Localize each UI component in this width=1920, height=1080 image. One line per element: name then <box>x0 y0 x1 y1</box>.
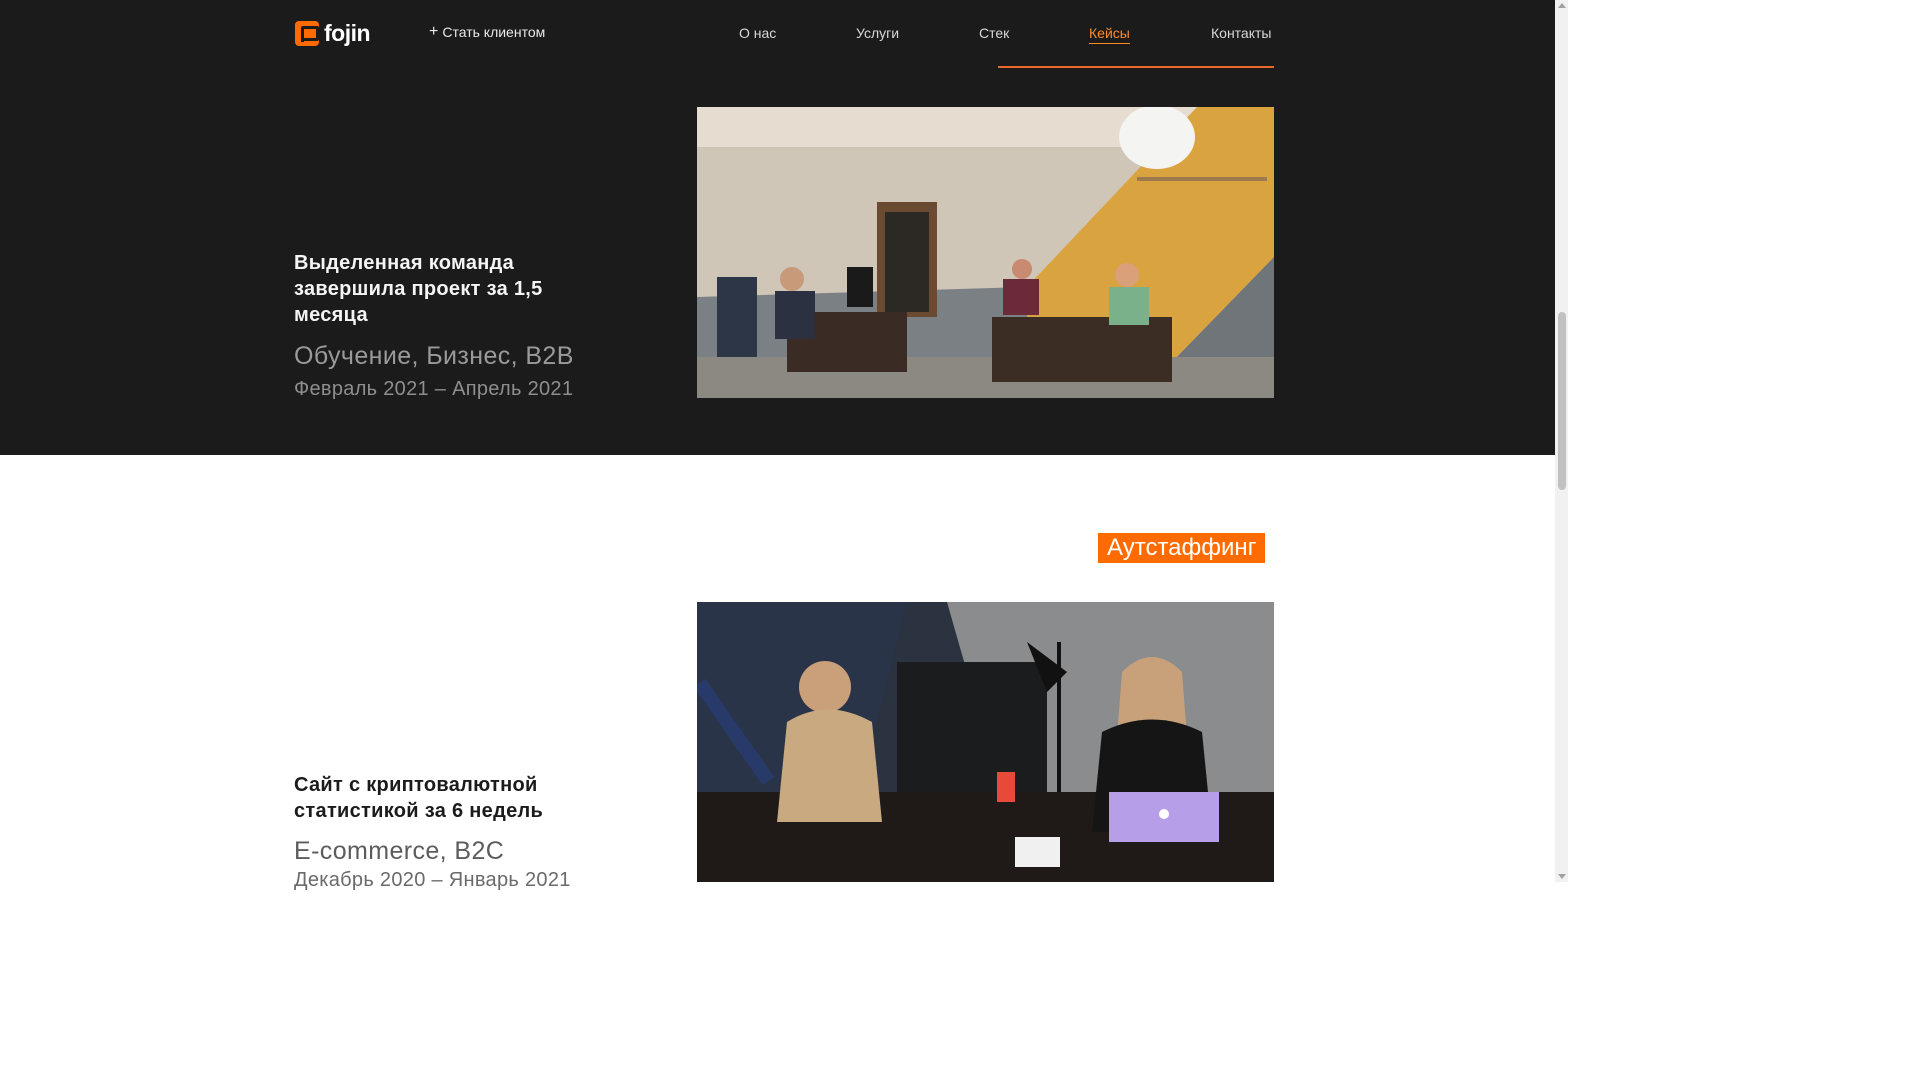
dark-section: fojin + Стать клиентом О нас Услуги Стек… <box>0 0 1555 455</box>
office-photo[interactable] <box>697 107 1274 398</box>
become-client-button[interactable]: + Стать клиентом <box>429 23 546 41</box>
become-client-label: Стать клиентом <box>442 24 546 40</box>
meeting-photo-image <box>697 602 1274 882</box>
office-photo-image <box>697 107 1274 398</box>
scroll-up-icon[interactable] <box>1558 3 1566 8</box>
case-title-line: Выделенная команда <box>294 252 515 274</box>
scroll-down-icon[interactable] <box>1558 874 1566 879</box>
nav-item-services[interactable]: Услуги <box>856 25 899 41</box>
nav-item-contacts[interactable]: Контакты <box>1211 25 1271 41</box>
logo-text: fojin <box>324 20 371 46</box>
case-title-line: статистикой за 6 недель <box>294 800 544 822</box>
logo[interactable]: fojin <box>295 20 371 47</box>
case-tags: E-commerce, B2C <box>294 837 505 865</box>
case-dates: Декабрь 2020 – Январь 2021 <box>294 869 571 891</box>
case-title-line: Сайт с криптовалютной <box>294 774 538 796</box>
logo-icon <box>295 21 319 46</box>
nav-item-about[interactable]: О нас <box>739 25 776 41</box>
nav-item-cases[interactable]: Кейсы <box>1089 25 1130 44</box>
plus-icon: + <box>429 23 439 40</box>
nav-item-stack[interactable]: Стек <box>979 25 1009 41</box>
case-title-line: завершила проект за 1,5 <box>294 278 543 300</box>
meeting-photo[interactable] <box>697 602 1274 882</box>
case-title[interactable]: Сайт с криптовалютной статистикой за 6 н… <box>294 772 543 824</box>
case-tags: Обучение, Бизнес, B2B <box>294 342 574 370</box>
outstaffing-badge: Аутстаффинг <box>1098 533 1266 563</box>
scroll-thumb[interactable] <box>1558 312 1566 490</box>
case-title[interactable]: Выделенная команда завершила проект за 1… <box>294 250 543 328</box>
case-title-line: месяца <box>294 304 368 326</box>
scrollbar[interactable] <box>1555 0 1568 882</box>
case-dates: Февраль 2021 – Апрель 2021 <box>294 378 574 400</box>
nav-divider <box>998 66 1274 68</box>
